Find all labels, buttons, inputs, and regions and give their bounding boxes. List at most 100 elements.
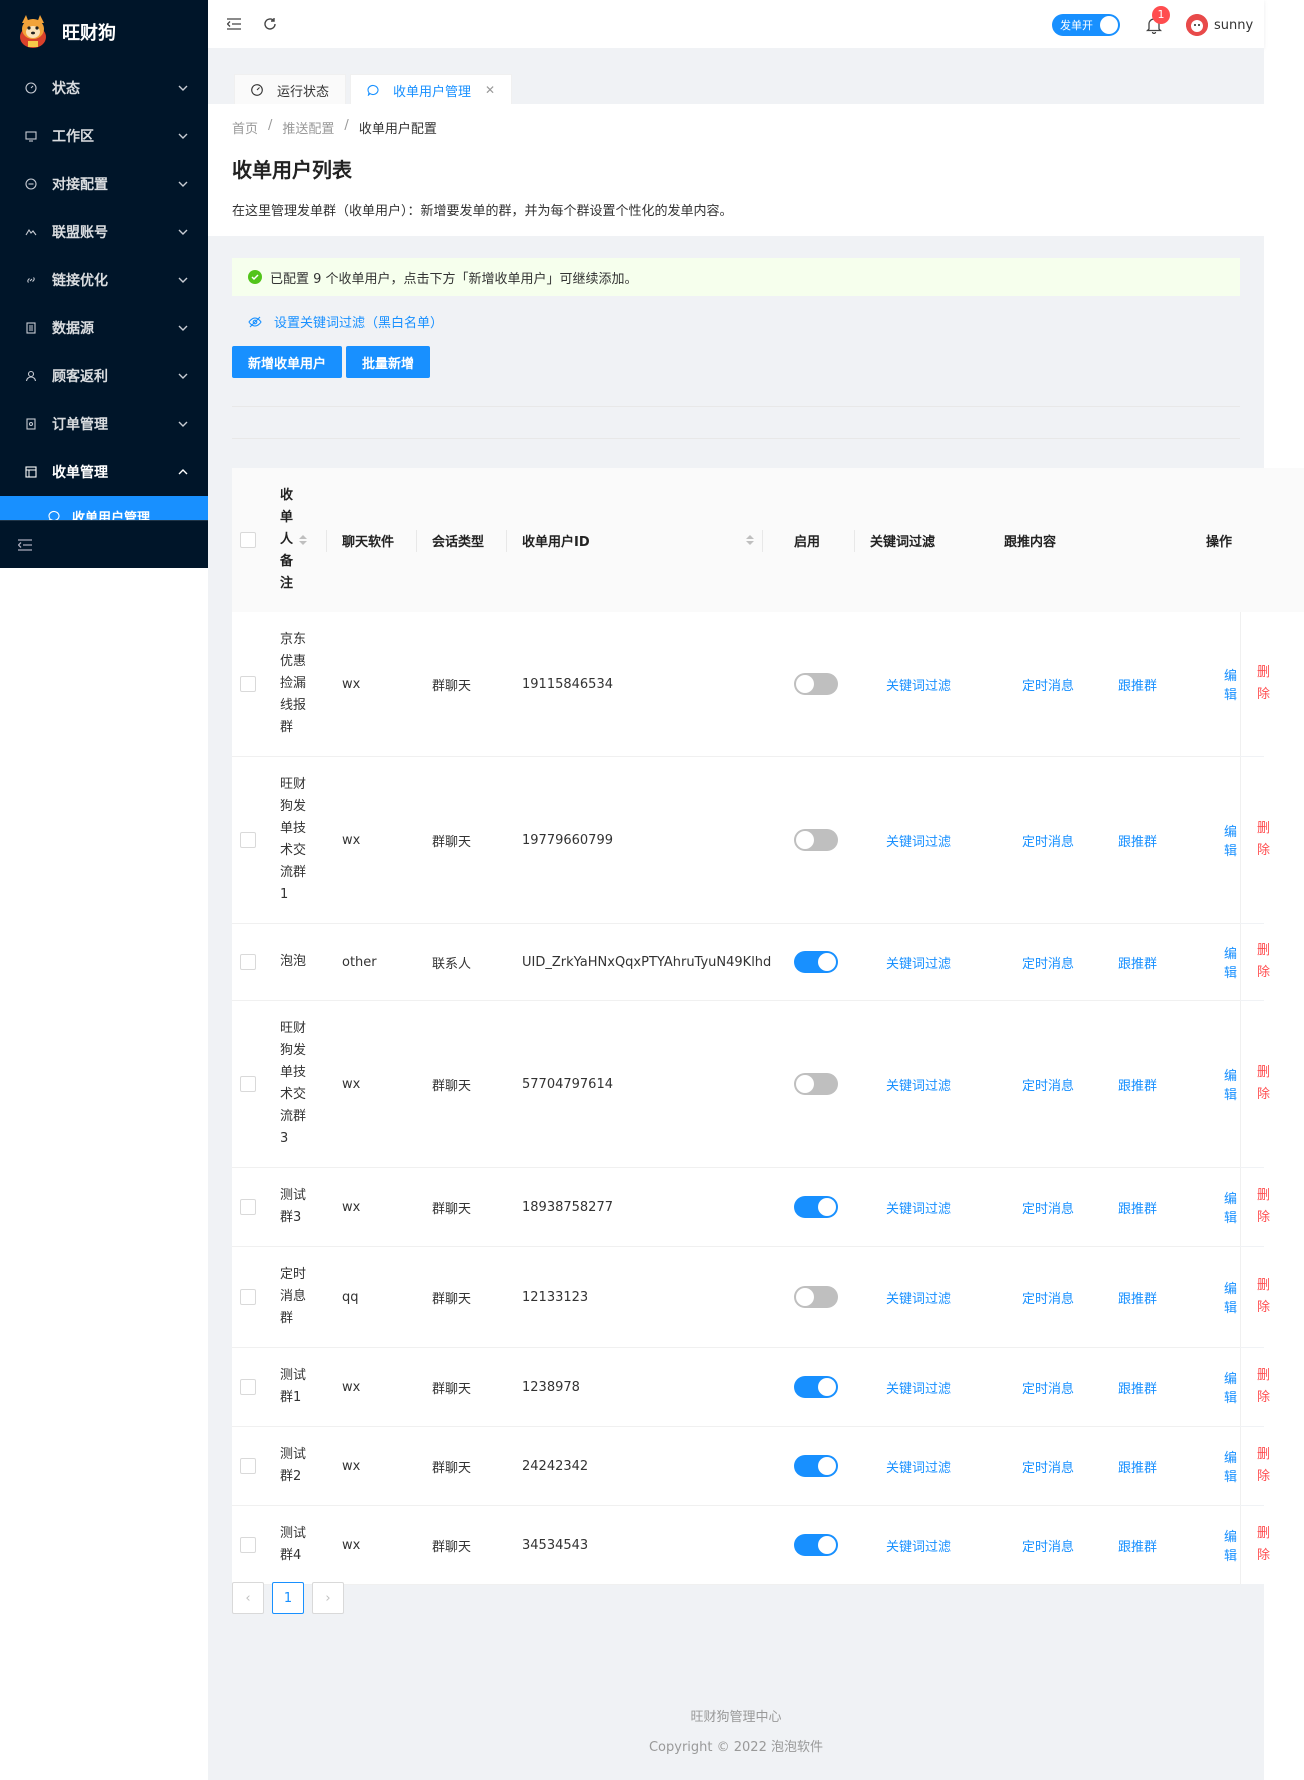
- timed-message-action[interactable]: 定时消息: [1022, 1001, 1074, 1167]
- enabled-cell: [794, 1001, 838, 1167]
- edit-action[interactable]: 编辑: [1224, 1427, 1240, 1505]
- column-separator: [854, 530, 855, 552]
- enable-switch[interactable]: [794, 1534, 838, 1556]
- delete-action[interactable]: 删除: [1257, 1275, 1271, 1319]
- sort-icon[interactable]: [746, 535, 754, 545]
- add-receiver-button[interactable]: 新增收单用户: [232, 346, 343, 378]
- timed-message-action[interactable]: 定时消息: [1022, 1168, 1074, 1246]
- sidebar-item-table[interactable]: 收单管理: [0, 448, 208, 496]
- sidebar-item-user[interactable]: 顾客返利: [0, 352, 208, 400]
- reload-icon[interactable]: [262, 16, 278, 32]
- keyword-filter-action[interactable]: 关键词过滤: [886, 1247, 951, 1347]
- keyword-filter-action[interactable]: 关键词过滤: [886, 1001, 951, 1167]
- breadcrumb-home[interactable]: 首页: [232, 118, 258, 137]
- breadcrumb-push-config[interactable]: 推送配置: [282, 118, 334, 137]
- enable-switch[interactable]: [794, 1073, 838, 1095]
- select-all-checkbox[interactable]: [240, 532, 256, 548]
- follow-group-action[interactable]: 跟推群: [1118, 1168, 1157, 1246]
- timed-message-action[interactable]: 定时消息: [1022, 1247, 1074, 1347]
- sidebar-item-account[interactable]: 联盟账号: [0, 208, 208, 256]
- dispatch-switch[interactable]: 发单开: [1052, 14, 1120, 36]
- page-1-button[interactable]: 1: [272, 1582, 304, 1614]
- keyword-filter-action[interactable]: 关键词过滤: [886, 757, 951, 923]
- sidebar-item-desktop[interactable]: 工作区: [0, 112, 208, 160]
- delete-action[interactable]: 删除: [1257, 1365, 1271, 1409]
- edit-action[interactable]: 编辑: [1224, 924, 1240, 1000]
- delete-action[interactable]: 删除: [1257, 662, 1271, 706]
- row-checkbox[interactable]: [240, 1289, 256, 1305]
- follow-group-action[interactable]: 跟推群: [1118, 1506, 1157, 1584]
- menu-fold-icon[interactable]: [226, 16, 242, 32]
- sidebar-item-dashboard[interactable]: 状态: [0, 64, 208, 112]
- enable-switch[interactable]: [794, 1286, 838, 1308]
- edit-action[interactable]: 编辑: [1224, 1168, 1240, 1246]
- batch-add-button[interactable]: 批量新增: [346, 346, 431, 378]
- follow-group-action[interactable]: 跟推群: [1118, 1427, 1157, 1505]
- row-checkbox[interactable]: [240, 954, 256, 970]
- row-checkbox[interactable]: [240, 1537, 256, 1553]
- keyword-filter-action[interactable]: 关键词过滤: [886, 924, 951, 1000]
- keyword-filter-action[interactable]: 关键词过滤: [886, 1427, 951, 1505]
- delete-action[interactable]: 删除: [1257, 1185, 1271, 1229]
- receiver-id-cell: 57704797614: [522, 1076, 613, 1092]
- prev-page-button[interactable]: ‹: [232, 1582, 264, 1614]
- sort-icon[interactable]: [299, 535, 308, 545]
- row-checkbox[interactable]: [240, 1458, 256, 1474]
- delete-action[interactable]: 删除: [1257, 1523, 1271, 1567]
- follow-group-action[interactable]: 跟推群: [1118, 924, 1157, 1000]
- edit-action[interactable]: 编辑: [1224, 1506, 1240, 1584]
- row-checkbox[interactable]: [240, 832, 256, 848]
- delete-action[interactable]: 删除: [1257, 1062, 1271, 1106]
- enable-switch[interactable]: [794, 1455, 838, 1477]
- delete-action[interactable]: 删除: [1257, 818, 1271, 862]
- delete-action[interactable]: 删除: [1257, 1444, 1271, 1488]
- keyword-filter-action[interactable]: 关键词过滤: [886, 1168, 951, 1246]
- edit-action[interactable]: 编辑: [1224, 1348, 1240, 1426]
- user-menu[interactable]: sunny: [1186, 14, 1253, 36]
- delete-action[interactable]: 删除: [1257, 940, 1271, 984]
- follow-group-action[interactable]: 跟推群: [1118, 1348, 1157, 1426]
- keyword-filter-action[interactable]: 关键词过滤: [886, 1348, 951, 1426]
- timed-message-action[interactable]: 定时消息: [1022, 1348, 1074, 1426]
- collapse-menu-icon[interactable]: [18, 538, 32, 552]
- logo[interactable]: 旺财狗: [18, 14, 116, 50]
- api-icon: [24, 177, 38, 191]
- edit-action[interactable]: 编辑: [1224, 757, 1240, 923]
- edit-action[interactable]: 编辑: [1224, 1001, 1240, 1167]
- keyword-filter-action[interactable]: 关键词过滤: [886, 1506, 951, 1584]
- row-checkbox[interactable]: [240, 1199, 256, 1215]
- chevron-down-icon: [178, 373, 188, 379]
- next-page-button[interactable]: ›: [312, 1582, 344, 1614]
- timed-message-action[interactable]: 定时消息: [1022, 1427, 1074, 1505]
- sidebar-item-api[interactable]: 对接配置: [0, 160, 208, 208]
- sidebar-item-database[interactable]: 数据源: [0, 304, 208, 352]
- enable-switch[interactable]: [794, 829, 838, 851]
- header-remark[interactable]: 收单人备注: [280, 468, 308, 612]
- edit-action[interactable]: 编辑: [1224, 1247, 1240, 1347]
- enable-switch[interactable]: [794, 673, 838, 695]
- enable-switch[interactable]: [794, 1376, 838, 1398]
- session-cell: 群聊天: [432, 678, 472, 694]
- timed-message-action[interactable]: 定时消息: [1022, 612, 1074, 756]
- timed-message-action[interactable]: 定时消息: [1022, 924, 1074, 1000]
- header-receiver-id[interactable]: 收单用户ID: [522, 468, 754, 612]
- follow-group-action[interactable]: 跟推群: [1118, 1247, 1157, 1347]
- keyword-filter-link[interactable]: 设置关键词过滤（黑白名单）: [248, 312, 443, 331]
- follow-group-action[interactable]: 跟推群: [1118, 612, 1157, 756]
- tab-receiver-management[interactable]: 收单用户管理 ✕: [350, 74, 513, 105]
- timed-message-action[interactable]: 定时消息: [1022, 757, 1074, 923]
- follow-group-action[interactable]: 跟推群: [1118, 1001, 1157, 1167]
- keyword-filter-action[interactable]: 关键词过滤: [886, 612, 951, 756]
- sidebar-item-order[interactable]: 订单管理: [0, 400, 208, 448]
- row-checkbox[interactable]: [240, 676, 256, 692]
- enable-switch[interactable]: [794, 951, 838, 973]
- row-checkbox[interactable]: [240, 1076, 256, 1092]
- timed-message-action[interactable]: 定时消息: [1022, 1506, 1074, 1584]
- enable-switch[interactable]: [794, 1196, 838, 1218]
- row-checkbox[interactable]: [240, 1379, 256, 1395]
- follow-group-action[interactable]: 跟推群: [1118, 757, 1157, 923]
- edit-action[interactable]: 编辑: [1224, 612, 1240, 756]
- tab-run-status[interactable]: 运行状态: [234, 74, 347, 105]
- close-icon[interactable]: ✕: [485, 83, 495, 97]
- sidebar-item-link[interactable]: 链接优化: [0, 256, 208, 304]
